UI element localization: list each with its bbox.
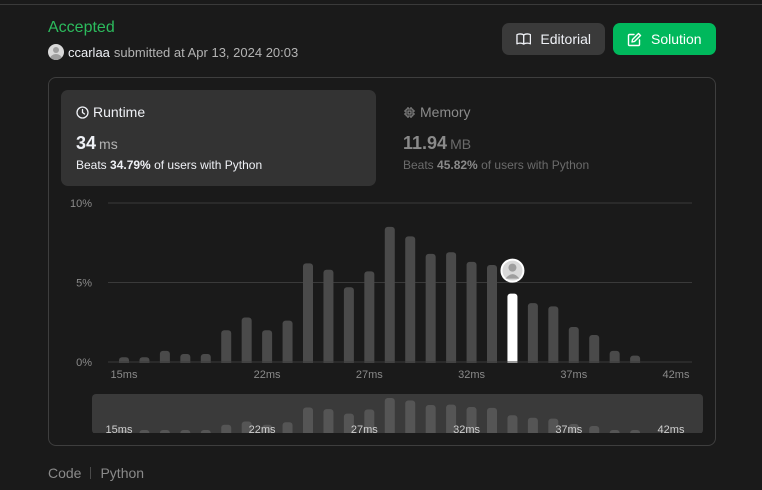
runtime-beats-suffix: of users with Python — [154, 158, 263, 172]
memory-beats-prefix: Beats — [403, 158, 434, 172]
submission-status: Accepted — [48, 19, 115, 36]
distribution-bar[interactable] — [364, 271, 375, 366]
y-tick-label: 0% — [76, 357, 92, 369]
navigator-tick-label: 27ms — [351, 424, 378, 436]
navigator-bar — [487, 407, 497, 436]
distribution-bar[interactable] — [446, 252, 457, 366]
x-tick-label: 22ms — [254, 369, 281, 381]
y-tick-label: 5% — [76, 278, 92, 290]
navigator-tick-label: 22ms — [249, 424, 276, 436]
distribution-bar[interactable] — [466, 261, 477, 366]
navigator-bar — [384, 398, 395, 436]
runtime-value: 34 — [76, 133, 97, 153]
distribution-bar[interactable] — [262, 330, 273, 366]
edit-icon — [627, 32, 642, 46]
navigator-bar — [303, 407, 313, 436]
editorial-button[interactable]: Editorial — [502, 23, 605, 55]
navigator-tick-label: 15ms — [106, 424, 133, 436]
top-divider — [0, 4, 762, 5]
code-footer: Code Python — [48, 465, 144, 481]
navigator-tick-label: 42ms — [658, 424, 685, 436]
highlighted-bar[interactable] — [507, 293, 518, 366]
x-tick-label: 32ms — [458, 369, 485, 381]
avatar-head — [508, 263, 517, 272]
navigator-bar — [405, 400, 416, 436]
chip-icon — [404, 106, 415, 118]
distribution-bar[interactable] — [568, 327, 579, 366]
language-label: Python — [100, 465, 145, 481]
distribution-bar[interactable] — [241, 317, 252, 366]
memory-tab[interactable]: Memory 11.94 MB Beats 45.82% of users wit… — [388, 90, 703, 186]
distribution-bar[interactable] — [323, 269, 334, 366]
memory-beats-value: 45.82% — [437, 158, 478, 172]
distribution-bar[interactable] — [282, 320, 293, 366]
x-tick-label: 15ms — [111, 369, 138, 381]
distribution-bar[interactable] — [343, 287, 354, 366]
memory-value-row: 11.94 MB — [403, 133, 688, 154]
x-tick-label: 27ms — [356, 369, 383, 381]
memory-label: Memory — [420, 104, 471, 120]
runtime-header: Runtime — [76, 104, 361, 120]
distribution-bar[interactable] — [548, 306, 559, 366]
runtime-beats-value: 34.79% — [110, 158, 151, 172]
footer-separator — [90, 467, 92, 479]
editorial-label: Editorial — [540, 31, 591, 47]
runtime-unit: ms — [99, 136, 118, 152]
runtime-label: Runtime — [93, 104, 146, 120]
solution-label: Solution — [651, 31, 702, 47]
navigator-bar — [425, 405, 436, 436]
distribution-bar[interactable] — [303, 263, 313, 366]
memory-value: 11.94 — [403, 133, 448, 153]
distribution-bar[interactable] — [425, 253, 436, 366]
range-navigator[interactable] — [92, 394, 703, 434]
runtime-beats: Beats 34.79% of users with Python — [76, 158, 361, 172]
navigator-tick-label: 32ms — [453, 424, 480, 436]
submitted-time: submitted at Apr 13, 2024 20:03 — [113, 44, 299, 60]
baseline-mask — [108, 363, 692, 369]
performance-card: Runtime 34 ms Beats 34.79% of users with … — [48, 77, 716, 446]
memory-header: Memory — [403, 104, 688, 120]
x-tick-label: 37ms — [560, 369, 587, 381]
distribution-bar[interactable] — [405, 236, 416, 366]
distribution-bar[interactable] — [384, 226, 395, 366]
memory-unit: MB — [450, 136, 472, 152]
memory-beats: Beats 45.82% of users with Python — [403, 158, 688, 172]
book-open-icon — [516, 33, 532, 45]
solution-button[interactable]: Solution — [613, 23, 716, 55]
navigator-mask — [92, 433, 703, 439]
navigator-tick-label: 37ms — [555, 424, 582, 436]
distribution-bar[interactable] — [221, 330, 232, 366]
distribution-bar[interactable] — [589, 334, 600, 366]
navigator-bar — [323, 409, 334, 436]
runtime-tab[interactable]: Runtime 34 ms Beats 34.79% of users with … — [61, 90, 376, 186]
runtime-value-row: 34 ms — [76, 133, 361, 154]
username-link[interactable]: ccarlaa — [68, 45, 110, 60]
x-tick-label: 42ms — [663, 369, 690, 381]
clock-icon — [76, 105, 89, 119]
distribution-bar[interactable] — [487, 265, 497, 366]
code-label[interactable]: Code — [48, 465, 81, 481]
runtime-beats-prefix: Beats — [76, 158, 107, 172]
user-avatar[interactable] — [48, 44, 64, 60]
y-tick-label: 10% — [70, 198, 92, 210]
submitter-info: ccarlaa submitted at Apr 13, 2024 20:03 — [48, 44, 298, 60]
distribution-bar[interactable] — [527, 303, 538, 366]
navigator-bar — [507, 415, 518, 436]
memory-beats-suffix: of users with Python — [481, 158, 590, 172]
